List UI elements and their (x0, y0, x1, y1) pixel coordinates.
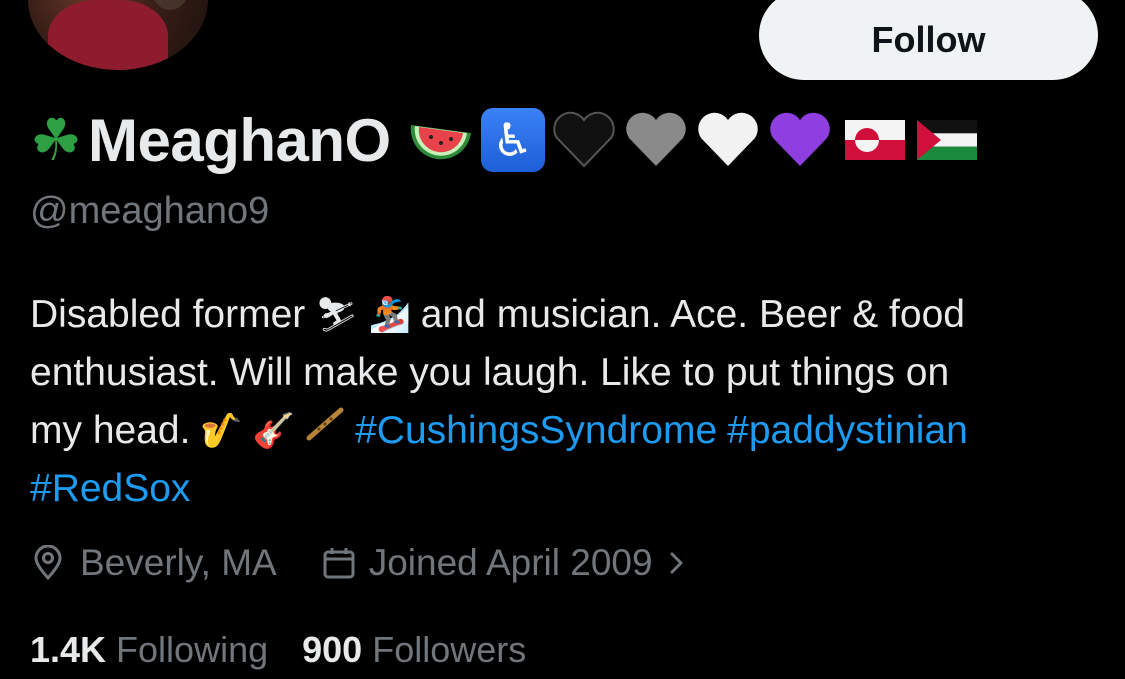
hashtag-link[interactable]: #RedSox (30, 460, 190, 518)
hashtag-link[interactable]: #paddystinian (727, 402, 968, 460)
profile-meta: Beverly, MA Joined April 2009 (30, 538, 701, 588)
follow-stats: 1.4K Following 900 Followers (30, 625, 526, 675)
bio-text: my head. (30, 409, 191, 452)
avatar[interactable] (28, 0, 208, 70)
bio-line: enthusiast. Will make you laugh. Like to… (30, 344, 1100, 402)
joined-text: Joined April 2009 (368, 542, 653, 583)
bio-text: Disabled former (30, 293, 306, 336)
bio-text: and musician. Ace. Beer & food (420, 293, 965, 336)
display-name-row: ☘ MeaghanO ♿ (30, 102, 977, 178)
calendar-icon (321, 545, 357, 581)
wheelchair-symbol-icon: ♿ (480, 108, 545, 172)
bio-line: #RedSox (30, 460, 1100, 518)
location-text: Beverly, MA (80, 542, 277, 583)
bio-text: enthusiast. Will make you laugh. Like to… (30, 351, 950, 394)
chevron-right-icon (665, 545, 701, 581)
bio-line: Disabled former ⛷ 🏂 and musician. Ace. B… (30, 286, 1100, 344)
bio: Disabled former ⛷ 🏂 and musician. Ace. B… (30, 286, 1100, 518)
watermelon-icon (407, 111, 475, 169)
hashtag-link[interactable]: #CushingsSyndrome (355, 402, 717, 460)
avatar-background (150, 0, 190, 10)
location-pin-icon (30, 545, 66, 581)
bio-line: my head. 🎷 🎸 #CushingsSyndrome #paddysti… (30, 402, 1100, 460)
saxophone-icon: 🎷 (200, 412, 243, 450)
grey-heart-icon (623, 110, 689, 170)
palestine-flag-icon (916, 120, 977, 160)
greenland-flag-icon (844, 120, 905, 160)
followers-label: Followers (372, 629, 527, 670)
follow-button[interactable]: Follow (759, 0, 1098, 80)
following-link[interactable]: 1.4K Following (30, 629, 268, 671)
guitar-icon: 🎸 (252, 412, 296, 450)
following-label: Following (116, 629, 269, 670)
purple-heart-icon (767, 110, 833, 170)
black-heart-icon (551, 110, 617, 170)
snowboarder-icon: 🏂 (368, 296, 411, 334)
white-heart-icon (695, 110, 761, 170)
following-count: 1.4K (30, 629, 107, 670)
shamrock-icon: ☘ (30, 106, 82, 174)
skier-icon: ⛷ (315, 296, 359, 334)
user-handle: @meaghano9 (30, 190, 270, 232)
followers-link[interactable]: 900 Followers (302, 629, 526, 671)
followers-count: 900 (302, 629, 363, 670)
avatar-shirt (48, 0, 168, 70)
joined-date-link[interactable]: Joined April 2009 (321, 542, 701, 584)
display-name: MeaghanO (88, 106, 391, 174)
flute-icon (305, 402, 345, 460)
